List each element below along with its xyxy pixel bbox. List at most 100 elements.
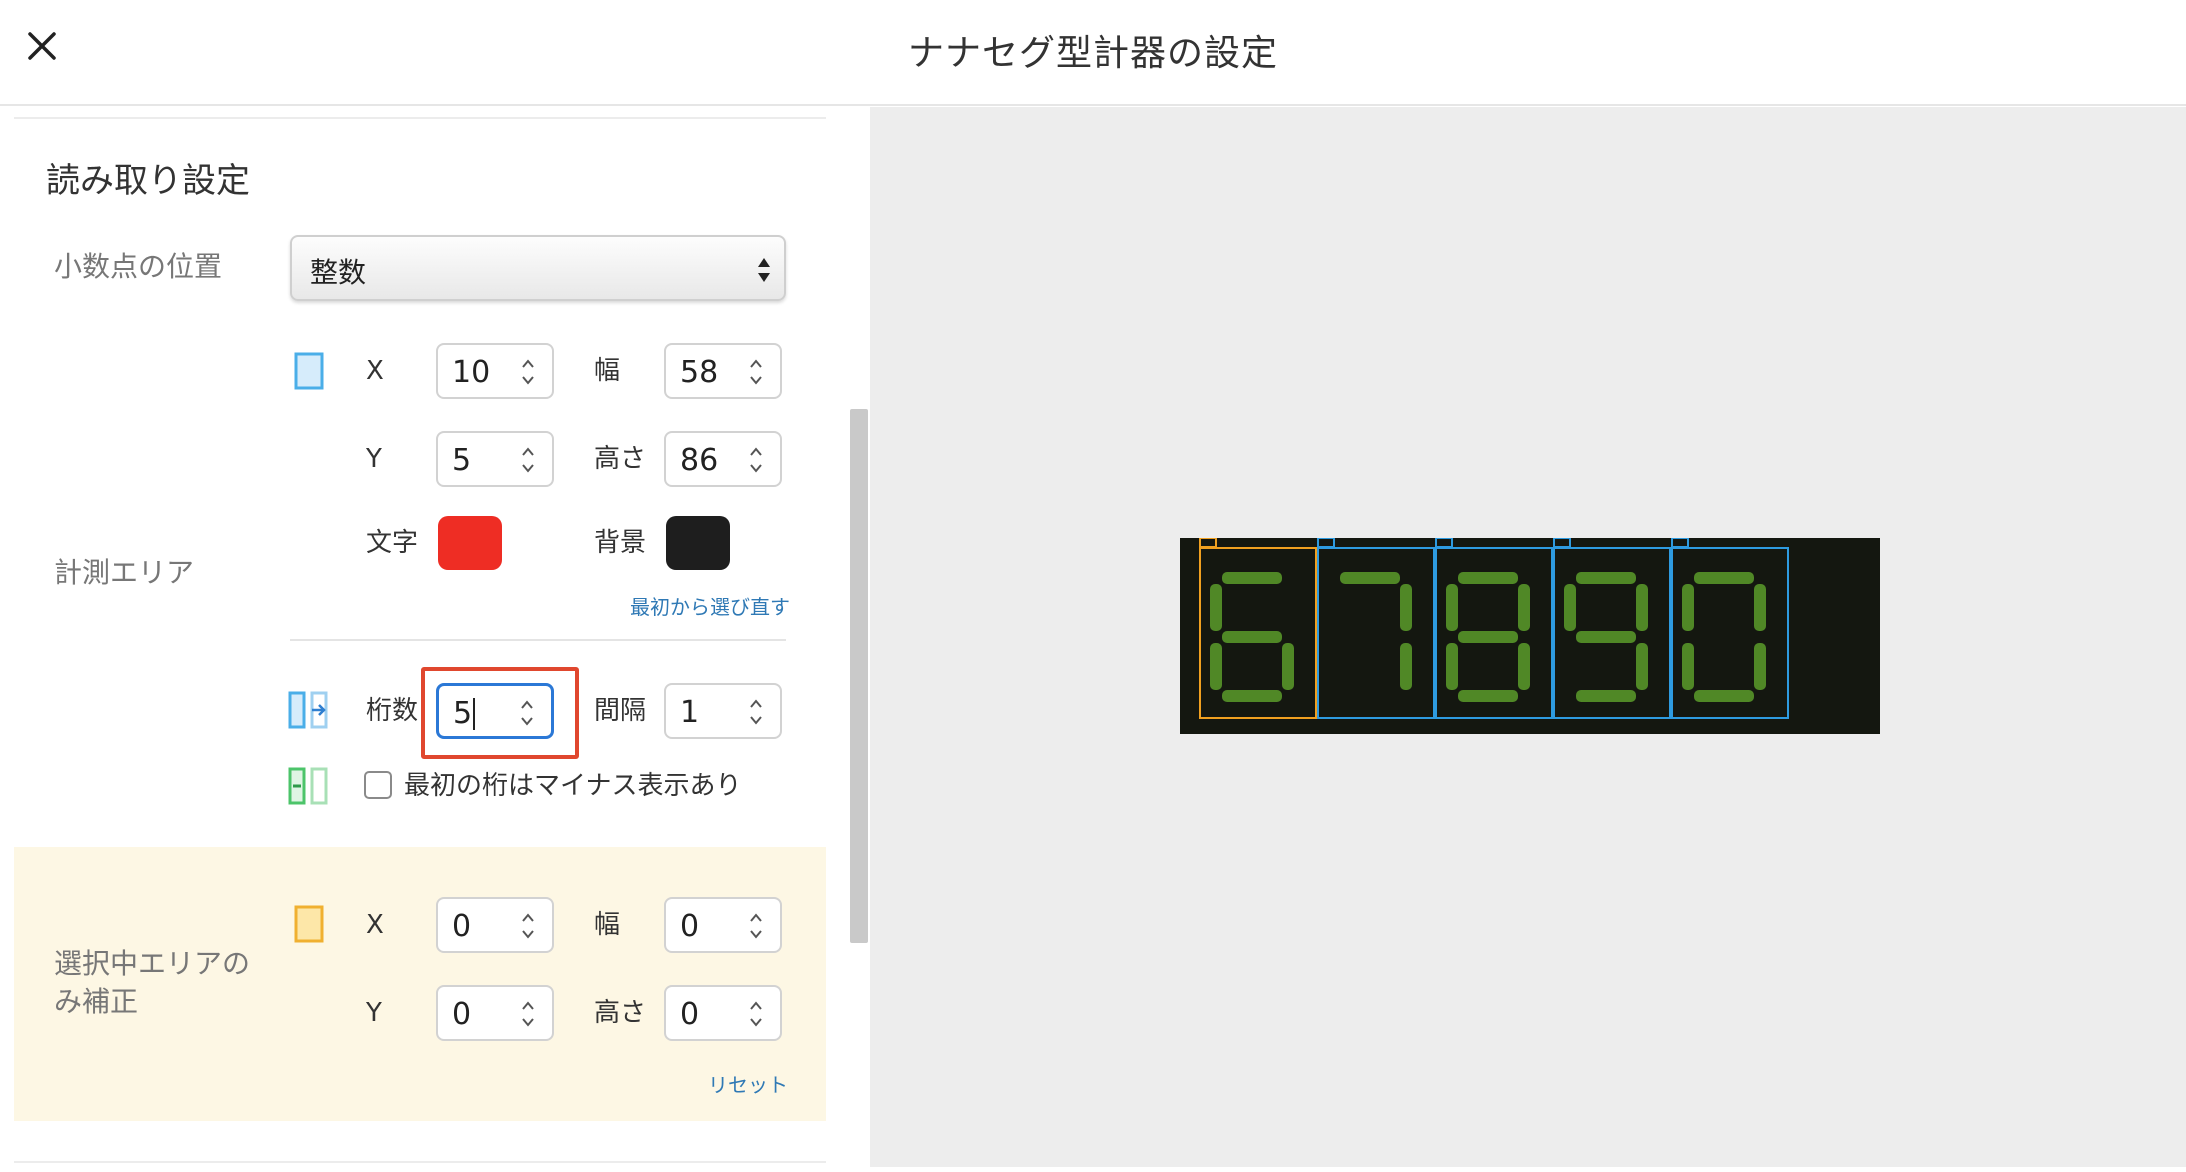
width-label: 幅	[594, 910, 621, 940]
selected-area-icon	[294, 905, 324, 943]
digit-box-handle[interactable]	[1435, 538, 1453, 548]
digit-segment	[1576, 572, 1636, 584]
digits-highlight-box	[421, 667, 579, 759]
digit-segment	[1694, 690, 1754, 702]
spinner-icon[interactable]	[748, 445, 764, 475]
digit-segment	[1754, 584, 1766, 631]
measure-x-value: 10	[452, 355, 491, 390]
background-color-swatch[interactable]	[666, 516, 730, 570]
digit-segment	[1754, 643, 1766, 690]
minus-digit-checkbox[interactable]	[364, 771, 392, 799]
decimal-position-label: 小数点の位置	[54, 250, 223, 283]
correction-height-value: 0	[680, 997, 700, 1032]
digit-segment	[1682, 643, 1694, 690]
height-label: 高さ	[594, 444, 647, 474]
divider	[14, 1161, 826, 1163]
spinner-icon[interactable]	[748, 911, 764, 941]
top-bar: ナナセグ型計器の設定	[0, 0, 2186, 106]
digit-segment	[1694, 572, 1754, 584]
measure-width-input[interactable]: 58	[664, 343, 782, 399]
text-color-swatch[interactable]	[438, 516, 502, 570]
correction-width-value: 0	[680, 909, 700, 944]
seven-segment-display[interactable]	[1180, 538, 1880, 734]
spinner-icon[interactable]	[748, 357, 764, 387]
digits-label: 桁数	[366, 696, 419, 726]
spinner-icon[interactable]	[520, 911, 536, 941]
minus-digit-checkbox-label: 最初の桁はマイナス表示あり	[404, 771, 742, 801]
correction-x-input[interactable]: 0	[436, 897, 554, 953]
seven-segment-digits	[1199, 538, 1789, 719]
page-title: ナナセグ型計器の設定	[907, 33, 1278, 74]
correction-width-input[interactable]: 0	[664, 897, 782, 953]
spinner-icon[interactable]	[520, 445, 536, 475]
reset-link[interactable]: リセット	[708, 1069, 788, 1098]
digit-segment	[1400, 584, 1412, 631]
x-label: X	[366, 910, 384, 940]
select-arrows-icon	[758, 258, 770, 282]
digit-segment	[1458, 631, 1518, 643]
correction-label-line: 選択中エリアの	[54, 947, 251, 980]
digit-box-handle[interactable]	[1553, 538, 1571, 548]
measure-area-label: 計測エリア	[54, 556, 195, 589]
digit-segment	[1210, 643, 1222, 690]
digit-segment	[1222, 690, 1282, 702]
divider	[14, 117, 826, 119]
spinner-icon[interactable]	[520, 357, 536, 387]
spinner-icon[interactable]	[748, 999, 764, 1029]
x-label: X	[366, 356, 384, 386]
correction-y-value: 0	[452, 997, 472, 1032]
correction-height-input[interactable]: 0	[664, 985, 782, 1041]
bg-color-label: 背景	[594, 528, 647, 558]
decimal-position-select[interactable]: 整数	[290, 235, 786, 301]
minus-digit-icon	[288, 767, 328, 805]
digit-segment	[1636, 584, 1648, 631]
digit-segment	[1340, 572, 1400, 584]
digit-segment	[1518, 643, 1530, 690]
spinner-icon[interactable]	[748, 697, 764, 727]
digit-segment	[1282, 643, 1294, 690]
digit-segment	[1458, 690, 1518, 702]
digit-box-handle[interactable]	[1199, 538, 1217, 548]
digit-box-handle[interactable]	[1317, 538, 1335, 548]
text-color-label: 文字	[366, 528, 419, 558]
settings-panel: 読み取り設定 小数点の位置 整数 X 10 幅 58 Y 5 高さ 86 計測エ…	[0, 107, 870, 1172]
correction-label-line: み補正	[54, 985, 139, 1018]
measure-height-input[interactable]: 86	[664, 431, 782, 487]
digit-segment	[1564, 584, 1576, 631]
width-label: 幅	[594, 356, 621, 386]
correction-x-value: 0	[452, 909, 472, 944]
gap-value: 1	[680, 695, 700, 730]
digit-segment	[1222, 631, 1282, 643]
measure-y-value: 5	[452, 443, 472, 478]
digit-segment	[1636, 643, 1648, 690]
digits-icon	[288, 691, 328, 729]
preview-bottom-edge	[870, 1167, 2186, 1172]
digit-segment	[1576, 631, 1636, 643]
y-label: Y	[366, 444, 382, 474]
digit-segment	[1446, 584, 1458, 631]
digit-segment	[1400, 643, 1412, 690]
decimal-position-value: 整数	[310, 256, 367, 289]
measure-width-value: 58	[680, 355, 719, 390]
digit-segment	[1210, 584, 1222, 631]
measure-x-input[interactable]: 10	[436, 343, 554, 399]
section-title: 読み取り設定	[46, 161, 250, 201]
spinner-icon[interactable]	[520, 999, 536, 1029]
digit-box-handle[interactable]	[1671, 538, 1689, 548]
correction-y-input[interactable]: 0	[436, 985, 554, 1041]
correction-label: 選択中エリアの み補正	[54, 945, 250, 1021]
gap-input[interactable]: 1	[664, 683, 782, 739]
measure-y-input[interactable]: 5	[436, 431, 554, 487]
correction-section: 選択中エリアの み補正 X 0 幅 0 Y 0 高さ 0 リセット	[14, 847, 826, 1121]
digit-segment	[1518, 584, 1530, 631]
scrollbar[interactable]	[850, 409, 868, 943]
divider	[290, 639, 786, 641]
digit-segment	[1446, 643, 1458, 690]
height-label: 高さ	[594, 998, 647, 1028]
digit-segment	[1458, 572, 1518, 584]
digit-segment	[1576, 690, 1636, 702]
gap-label: 間隔	[594, 696, 647, 726]
measure-area-icon	[294, 352, 324, 390]
measure-height-value: 86	[680, 443, 719, 478]
reselect-link[interactable]: 最初から選び直す	[630, 591, 790, 620]
